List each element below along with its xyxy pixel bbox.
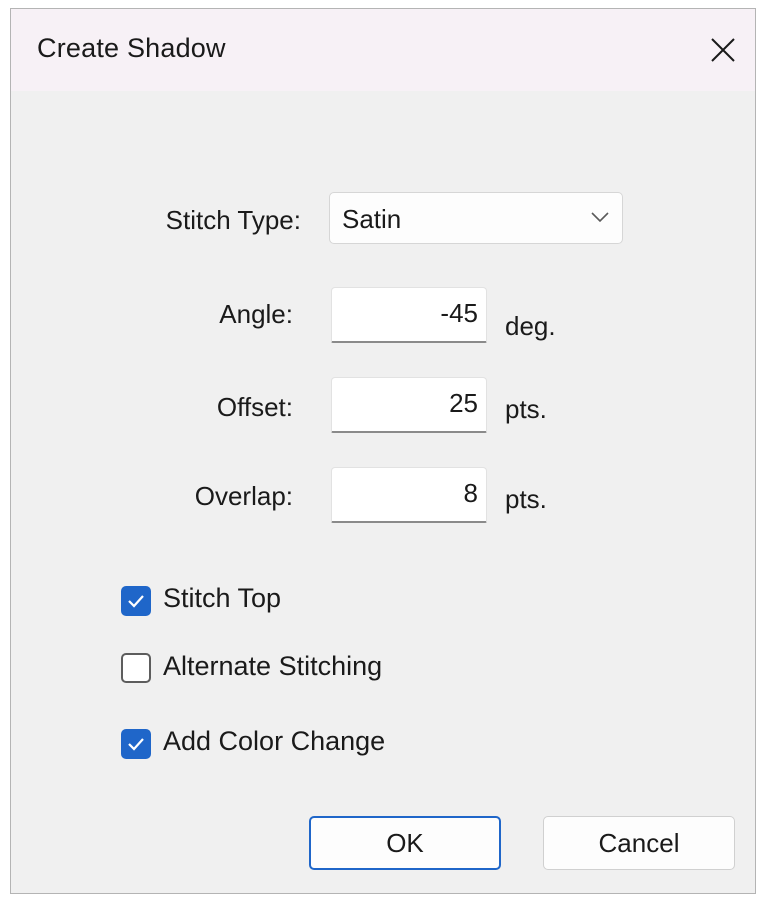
angle-label: Angle:	[219, 299, 293, 329]
close-icon	[711, 38, 735, 62]
angle-unit: deg.	[505, 311, 556, 341]
offset-unit: pts.	[505, 394, 547, 424]
ok-button[interactable]: OK	[309, 816, 501, 870]
stitch-top-label[interactable]: Stitch Top	[163, 583, 281, 614]
overlap-value: 8	[463, 478, 478, 508]
cancel-button[interactable]: Cancel	[543, 816, 735, 870]
stitch-type-value: Satin	[342, 204, 402, 234]
close-button[interactable]	[691, 9, 755, 91]
overlap-input[interactable]: 8	[331, 467, 487, 523]
checkmark-icon	[128, 595, 144, 608]
angle-value: -45	[440, 298, 478, 328]
offset-value: 25	[449, 388, 478, 418]
stitch-top-checkbox[interactable]	[121, 586, 151, 616]
overlap-label: Overlap:	[194, 481, 293, 511]
alternate-stitching-label[interactable]: Alternate Stitching	[163, 651, 382, 682]
checkmark-icon	[128, 738, 144, 751]
chevron-down-icon	[591, 212, 609, 223]
angle-input[interactable]: -45	[331, 287, 487, 343]
stitch-type-label: Stitch Type:	[165, 205, 301, 235]
create-shadow-dialog: Create Shadow Stitch Type: Satin Angle: …	[10, 8, 756, 894]
offset-label: Offset:	[216, 392, 293, 422]
add-color-change-label[interactable]: Add Color Change	[163, 726, 385, 757]
offset-input[interactable]: 25	[331, 377, 487, 433]
stitch-type-select[interactable]: Satin	[329, 192, 623, 244]
title-bar[interactable]: Create Shadow	[11, 9, 755, 91]
overlap-unit: pts.	[505, 484, 547, 514]
add-color-change-checkbox[interactable]	[121, 729, 151, 759]
dialog-title: Create Shadow	[37, 33, 226, 63]
alternate-stitching-checkbox[interactable]	[121, 653, 151, 683]
